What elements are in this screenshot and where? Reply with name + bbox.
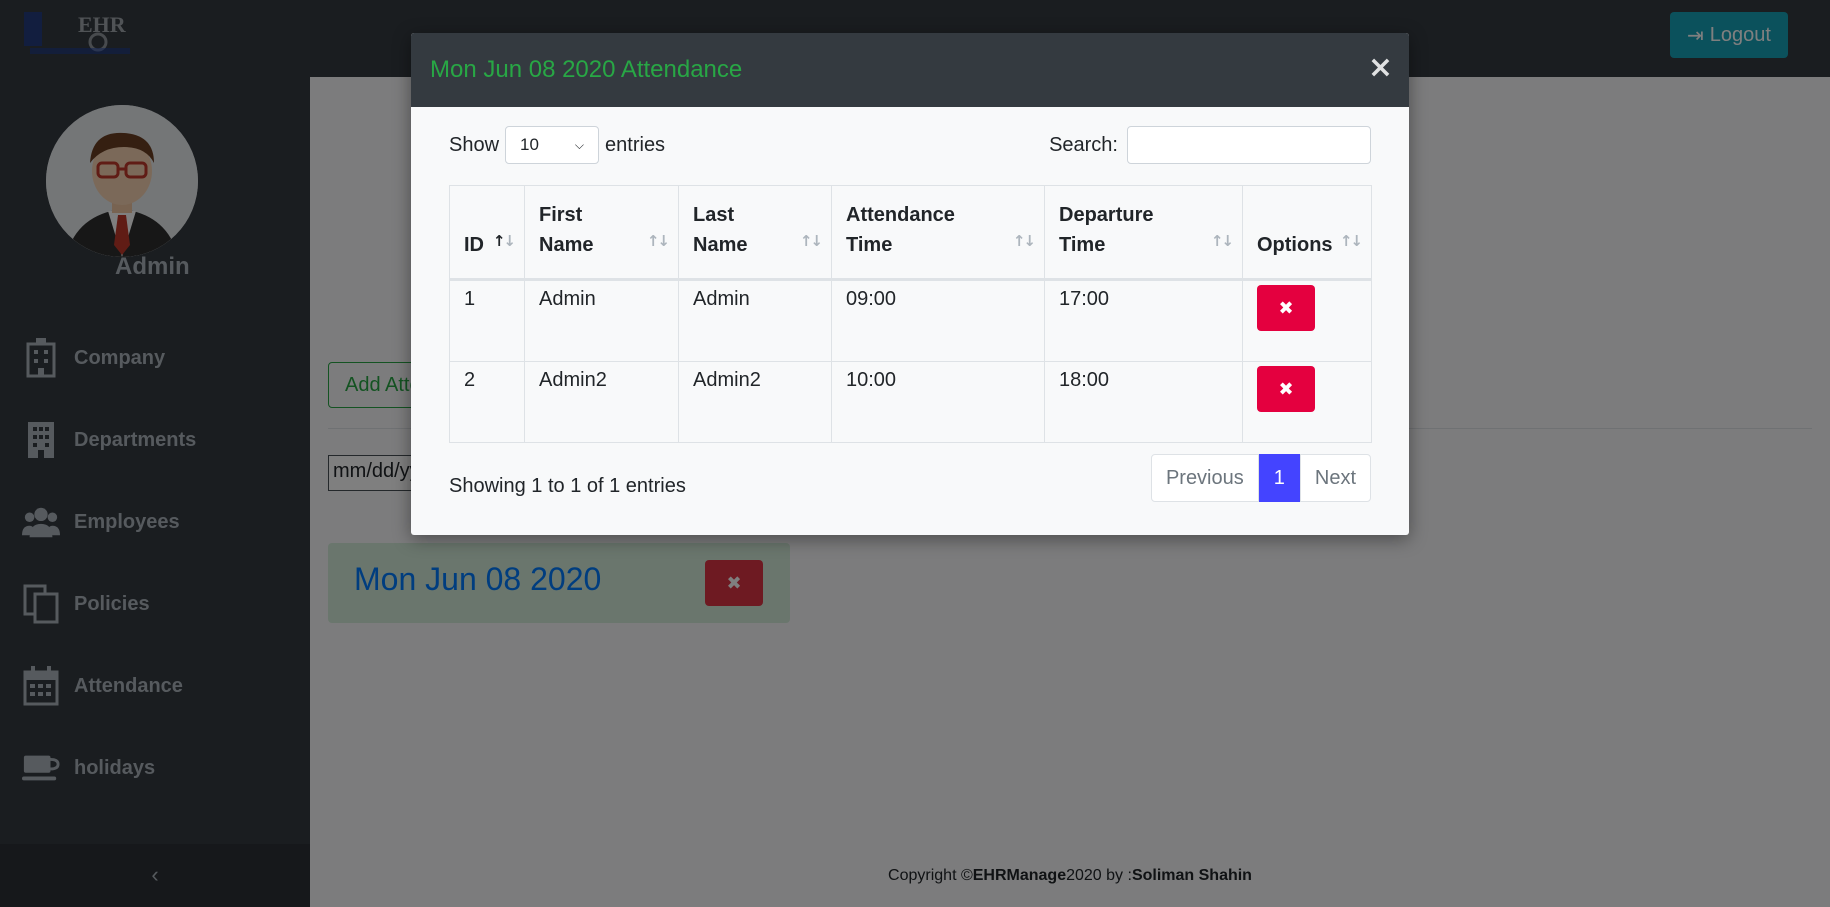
column-header-first-name[interactable]: First Name ↑↓ [524, 185, 679, 281]
entries-select-value: 10 [520, 135, 539, 154]
previous-page-button[interactable]: Previous [1150, 454, 1259, 502]
close-icon: ✖ [1278, 297, 1294, 319]
column-header-label: Attendance Time [846, 204, 955, 256]
cell-last-name: Admin2 [678, 361, 832, 443]
cell-id: 1 [449, 279, 525, 362]
cell-options: ✖ [1242, 361, 1372, 443]
table-info: Showing 1 to 1 of 1 entries [449, 475, 686, 497]
column-header-id[interactable]: ID ↑↓ [449, 185, 525, 281]
entries-select[interactable]: 10 ⌵ [505, 126, 600, 164]
cell-first-name: Admin2 [524, 361, 679, 443]
delete-row-button[interactable]: ✖ [1257, 285, 1315, 331]
table-header-row: ID ↑↓ First Name ↑↓ Last Name ↑↓ Attendance… [449, 185, 1372, 281]
page-1-button[interactable]: 1 [1258, 454, 1300, 502]
column-header-options[interactable]: Options ↑↓ [1242, 185, 1372, 281]
sort-icon: ↑↓ [799, 232, 823, 250]
column-header-departure-time[interactable]: Departure Time ↑↓ [1044, 185, 1243, 281]
modal-title: Mon Jun 08 2020 Attendance [430, 56, 743, 83]
attendance-modal: Mon Jun 08 2020 Attendance × Show 10 ⌵ e… [411, 33, 1409, 535]
sort-icon: ↑↓ [1210, 232, 1234, 250]
next-page-button[interactable]: Next [1299, 454, 1371, 502]
chevron-down-icon: ⌵ [574, 137, 585, 152]
sort-icon: ↑↓ [1339, 232, 1363, 250]
sort-icon: ↑↓ [1012, 232, 1036, 250]
cell-id: 2 [449, 361, 525, 443]
cell-attendance-time: 09:00 [831, 279, 1045, 362]
pagination: Previous 1 Next [1150, 454, 1371, 502]
entries-label: entries [605, 133, 666, 156]
table-controls: Show 10 ⌵ entries Search: [449, 107, 1371, 185]
show-label: Show [449, 133, 500, 156]
cell-last-name: Admin [678, 279, 832, 362]
entries-length-control: Show 10 ⌵ entries [449, 126, 665, 164]
attendance-table: ID ↑↓ First Name ↑↓ Last Name ↑↓ Attendance… [449, 185, 1372, 443]
column-header-attendance-time[interactable]: Attendance Time ↑↓ [831, 185, 1045, 281]
modal-close-button[interactable]: × [1368, 53, 1393, 83]
search-label: Search: [1049, 133, 1118, 156]
sort-icon: ↑↓ [646, 232, 670, 250]
delete-row-button[interactable]: ✖ [1257, 366, 1315, 412]
modal-header: Mon Jun 08 2020 Attendance × [411, 33, 1409, 107]
column-header-label: Departure Time [1059, 204, 1154, 256]
sort-icon: ↑↓ [492, 232, 516, 250]
close-icon: ✖ [1278, 378, 1294, 400]
column-header-label: First Name [539, 204, 594, 256]
cell-departure-time: 18:00 [1044, 361, 1243, 443]
search-input[interactable] [1127, 126, 1371, 164]
column-header-label: Last Name [693, 204, 748, 256]
table-footer: Showing 1 to 1 of 1 entries Previous 1 N… [449, 443, 1371, 513]
modal-body: Show 10 ⌵ entries Search: ID ↑↓ First Nam… [449, 107, 1372, 513]
column-header-last-name[interactable]: Last Name ↑↓ [678, 185, 832, 281]
search-control: Search: [1049, 126, 1371, 164]
column-header-label: ID [464, 234, 484, 256]
cell-first-name: Admin [524, 279, 679, 362]
cell-options: ✖ [1242, 279, 1372, 362]
table-row: 1 Admin Admin 09:00 17:00 ✖ [449, 279, 1372, 362]
column-header-label: Options [1257, 234, 1333, 256]
table-row: 2 Admin2 Admin2 10:00 18:00 ✖ [449, 361, 1372, 443]
cell-attendance-time: 10:00 [831, 361, 1045, 443]
cell-departure-time: 17:00 [1044, 279, 1243, 362]
